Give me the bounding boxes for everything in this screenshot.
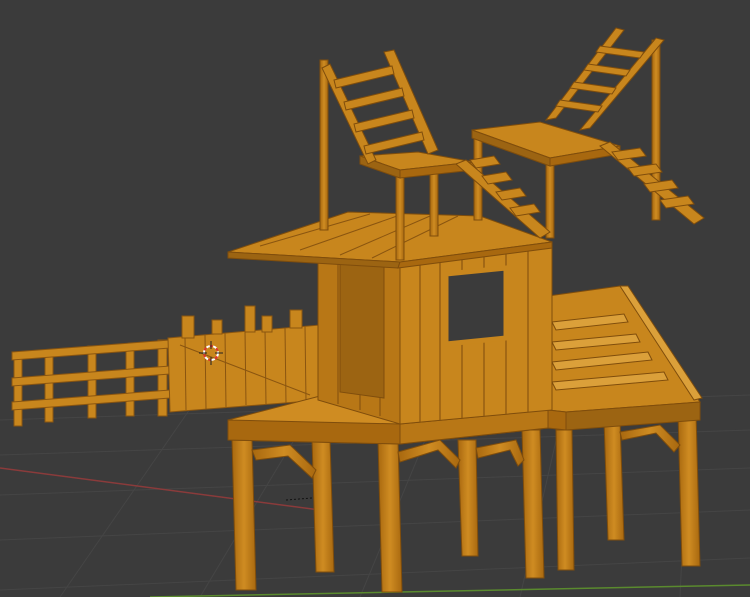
right-ladder[interactable] (544, 27, 665, 131)
origin-marker (285, 497, 313, 501)
gate-panel[interactable] (167, 305, 323, 413)
cabin-door[interactable] (339, 261, 385, 399)
left-fence[interactable] (11, 339, 171, 427)
cabin-window[interactable] (443, 265, 509, 347)
3d-viewport[interactable] (0, 0, 750, 597)
side-platform[interactable] (547, 285, 703, 431)
x-axis-line (0, 467, 321, 511)
left-ladder[interactable] (321, 49, 439, 165)
viewport-canvas[interactable] (0, 0, 750, 597)
cabin[interactable] (317, 241, 553, 425)
